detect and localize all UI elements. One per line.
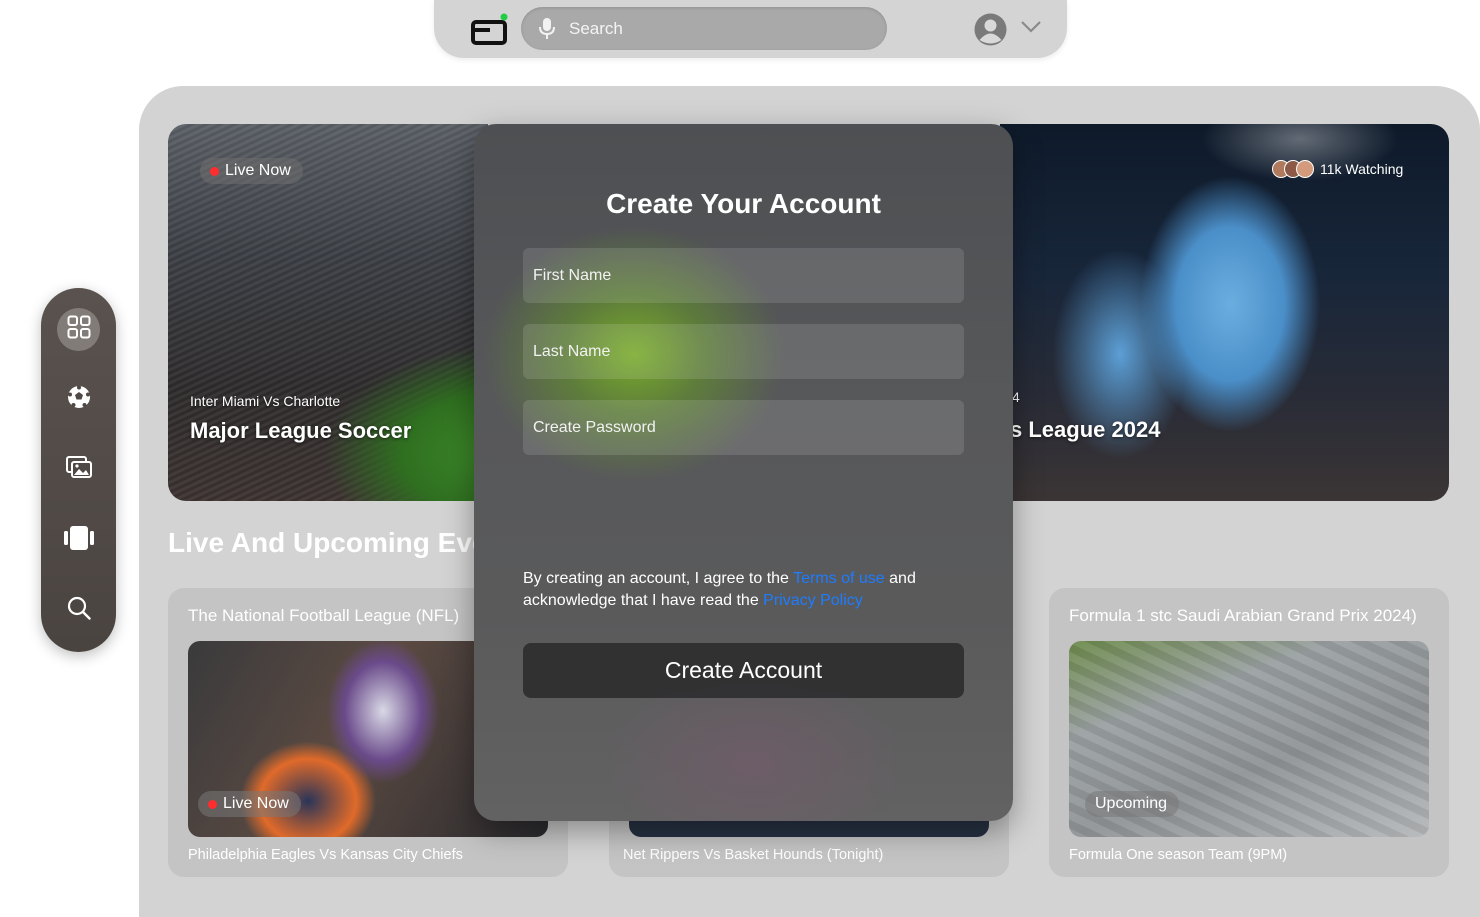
live-now-badge: Live Now bbox=[200, 158, 303, 184]
first-name-field[interactable] bbox=[523, 248, 964, 303]
dock-sports-button[interactable] bbox=[57, 378, 100, 421]
terms-of-use-link[interactable]: Terms of use bbox=[793, 570, 885, 587]
dock-grid-button[interactable] bbox=[57, 308, 100, 351]
search-placeholder: Search bbox=[569, 19, 623, 38]
chevron-down-icon[interactable] bbox=[1020, 20, 1042, 39]
logo-icon[interactable] bbox=[470, 12, 510, 46]
card-title: The National Football League (NFL) bbox=[188, 606, 460, 625]
live-dot-icon bbox=[208, 799, 217, 809]
hero-title: Major League Soccer bbox=[190, 418, 412, 443]
badge-label: Upcoming bbox=[1095, 795, 1168, 812]
event-card-f1[interactable]: Formula 1 stc Saudi Arabian Grand Prix 2… bbox=[1049, 588, 1449, 877]
mic-icon[interactable] bbox=[539, 18, 555, 45]
section-title: Live And Upcoming Eve bbox=[168, 527, 488, 558]
live-now-badge: Live Now bbox=[198, 791, 301, 817]
dock-gallery-button[interactable] bbox=[57, 448, 100, 491]
upcoming-badge: Upcoming bbox=[1085, 791, 1180, 817]
hero-banner-soccer[interactable]: Live Now Inter Miami Vs Charlotte Major … bbox=[168, 124, 488, 501]
viewer-avatars-icon bbox=[1272, 160, 1314, 178]
create-account-modal: Create Your Account By creating an accou… bbox=[474, 124, 1013, 821]
card-image[interactable]: Upcoming bbox=[1069, 641, 1429, 837]
privacy-policy-link[interactable]: Privacy Policy bbox=[763, 592, 863, 609]
grid-icon bbox=[67, 315, 91, 344]
dock-cards-button[interactable] bbox=[57, 519, 100, 562]
user-avatar-icon[interactable] bbox=[974, 13, 1007, 51]
side-dock bbox=[41, 288, 116, 652]
watching-label: 11k Watching bbox=[1320, 161, 1404, 177]
badge-label: Live Now bbox=[223, 795, 289, 812]
live-dot-icon bbox=[210, 166, 219, 176]
card-footer: Net Rippers Vs Basket Hounds (Tonight) bbox=[623, 847, 884, 863]
soccer-ball-icon bbox=[67, 385, 91, 414]
hero-banner-league[interactable]: 4 s League 2024 bbox=[1000, 124, 1449, 501]
live-now-label: Live Now bbox=[225, 162, 291, 179]
password-field[interactable] bbox=[523, 400, 964, 455]
search-bar[interactable]: Search bbox=[521, 7, 887, 50]
cards-icon bbox=[63, 526, 94, 555]
terms-text: By creating an account, I agree to the T… bbox=[523, 568, 973, 612]
watching-count: 11k Watching bbox=[1272, 160, 1403, 178]
last-name-field[interactable] bbox=[523, 324, 964, 379]
create-account-button[interactable]: Create Account bbox=[523, 643, 964, 698]
modal-title: Create Your Account bbox=[606, 188, 881, 219]
card-footer: Philadelphia Eagles Vs Kansas City Chief… bbox=[188, 847, 463, 863]
hero-right-title: s League 2024 bbox=[1010, 417, 1161, 442]
search-icon bbox=[67, 596, 91, 625]
dock-search-button[interactable] bbox=[57, 589, 100, 632]
gallery-icon bbox=[65, 456, 92, 483]
hero-subtitle: Inter Miami Vs Charlotte bbox=[190, 393, 341, 409]
hero-right-prefix: 4 bbox=[1012, 389, 1020, 405]
card-title: Formula 1 stc Saudi Arabian Grand Prix 2… bbox=[1069, 606, 1417, 625]
card-footer: Formula One season Team (9PM) bbox=[1069, 847, 1288, 863]
terms-prefix: By creating an account, I agree to the bbox=[523, 570, 794, 587]
